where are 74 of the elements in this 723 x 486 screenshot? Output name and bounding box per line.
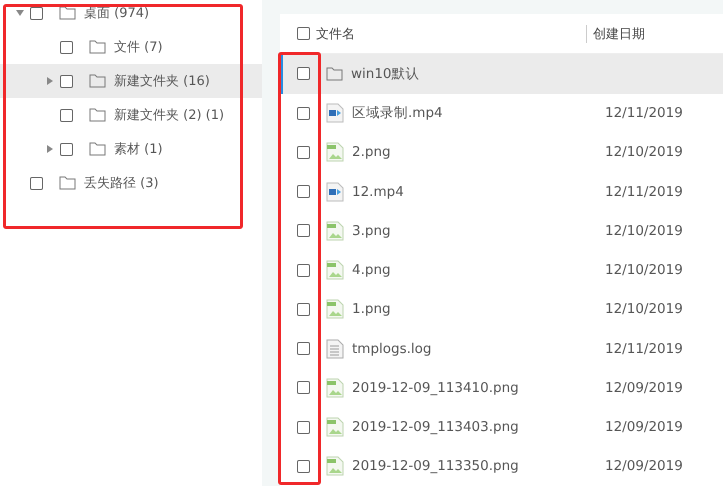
date-cell: 12/09/2019 (605, 419, 683, 436)
file-name: 1.png (352, 301, 392, 318)
caret-icon[interactable] (16, 9, 24, 17)
checkbox[interactable] (297, 342, 310, 356)
column-header[interactable]: 文件名 (316, 24, 586, 43)
checkbox[interactable] (30, 176, 43, 190)
date-cell: 12/11/2019 (605, 105, 683, 122)
tree-item[interactable]: 丢失路径 (3) (0, 166, 262, 200)
caret-icon[interactable] (46, 77, 54, 85)
image-file-icon (326, 417, 344, 438)
file-name: 3.png (352, 222, 392, 239)
date-cell: 12/11/2019 (605, 184, 683, 200)
folder-icon (59, 176, 76, 190)
video-file-icon (326, 103, 344, 124)
checkbox[interactable] (297, 302, 310, 316)
folder-icon (89, 142, 106, 156)
date-cell: 12/10/2019 (605, 222, 683, 239)
checkbox[interactable] (60, 40, 73, 54)
image-file-icon (326, 260, 344, 280)
tree-item[interactable]: 新建文件夹 (2) (1) (0, 98, 262, 132)
folder-icon (326, 66, 343, 81)
image-file-icon (326, 142, 344, 162)
image-file-icon (326, 456, 344, 476)
checkbox[interactable] (297, 146, 310, 159)
file-name: 2019-12-09_113350.png (352, 458, 520, 474)
file-name: 2019-12-09_113403.png (352, 419, 520, 436)
folder-icon (89, 108, 106, 122)
date-cell: 12/10/2019 (605, 301, 683, 318)
folder-icon (59, 6, 76, 20)
file-name: tmplogs.log (352, 340, 432, 357)
caret-icon[interactable] (46, 145, 54, 153)
date-cell: 12/10/2019 (605, 262, 683, 278)
folder-label: 素材 (1) (114, 141, 163, 158)
tree-item[interactable]: 素材 (1) (0, 132, 262, 166)
file-name: 2.png (352, 144, 392, 160)
folder-label: 新建文件夹 (16) (114, 73, 210, 90)
file-row[interactable]: win10默认 (280, 54, 723, 94)
checkbox[interactable] (297, 67, 310, 80)
folder-icon (89, 74, 106, 88)
checkbox[interactable] (297, 264, 310, 277)
video-file-icon (326, 182, 344, 202)
file-name: win10默认 (351, 64, 421, 83)
date-cell: 12/09/2019 (605, 380, 683, 396)
tree-item[interactable]: 文件 (7) (0, 30, 262, 64)
image-file-icon (326, 299, 344, 320)
checkbox[interactable] (297, 224, 310, 238)
folder-label: 丢失路径 (3) (84, 175, 159, 192)
checkbox[interactable] (30, 6, 43, 20)
checkbox[interactable] (297, 106, 310, 120)
select-all-checkbox[interactable] (297, 27, 310, 40)
checkbox[interactable] (297, 381, 310, 394)
checkbox[interactable] (60, 74, 73, 88)
image-file-icon (326, 378, 344, 398)
tree-item[interactable]: 新建文件夹 (16) (0, 64, 262, 98)
folder-label: 新建文件夹 (2) (1) (114, 107, 224, 124)
checkbox[interactable] (60, 108, 73, 122)
date-cell: 12/10/2019 (605, 144, 683, 160)
checkbox[interactable] (297, 460, 310, 473)
folder-label: 文件 (7) (114, 39, 163, 56)
date-cell: 12/09/2019 (605, 458, 683, 474)
checkbox[interactable] (60, 142, 73, 156)
checkbox[interactable] (297, 420, 310, 434)
folder-label: 桌面 (974) (84, 5, 150, 22)
checkbox[interactable] (297, 185, 310, 198)
tree-item[interactable]: 桌面 (974) (0, 0, 262, 30)
date-cell: 12/11/2019 (605, 340, 683, 357)
file-name: 区域录制.mp4 (352, 104, 444, 122)
file-name: 2019-12-09_113410.png (352, 380, 520, 396)
folder-icon (89, 40, 106, 54)
text-file-icon (326, 338, 344, 359)
image-file-icon (326, 220, 344, 241)
column-header[interactable]: 创建日期 (586, 24, 645, 43)
file-name: 4.png (352, 262, 392, 278)
file-name: 12.mp4 (352, 184, 405, 200)
